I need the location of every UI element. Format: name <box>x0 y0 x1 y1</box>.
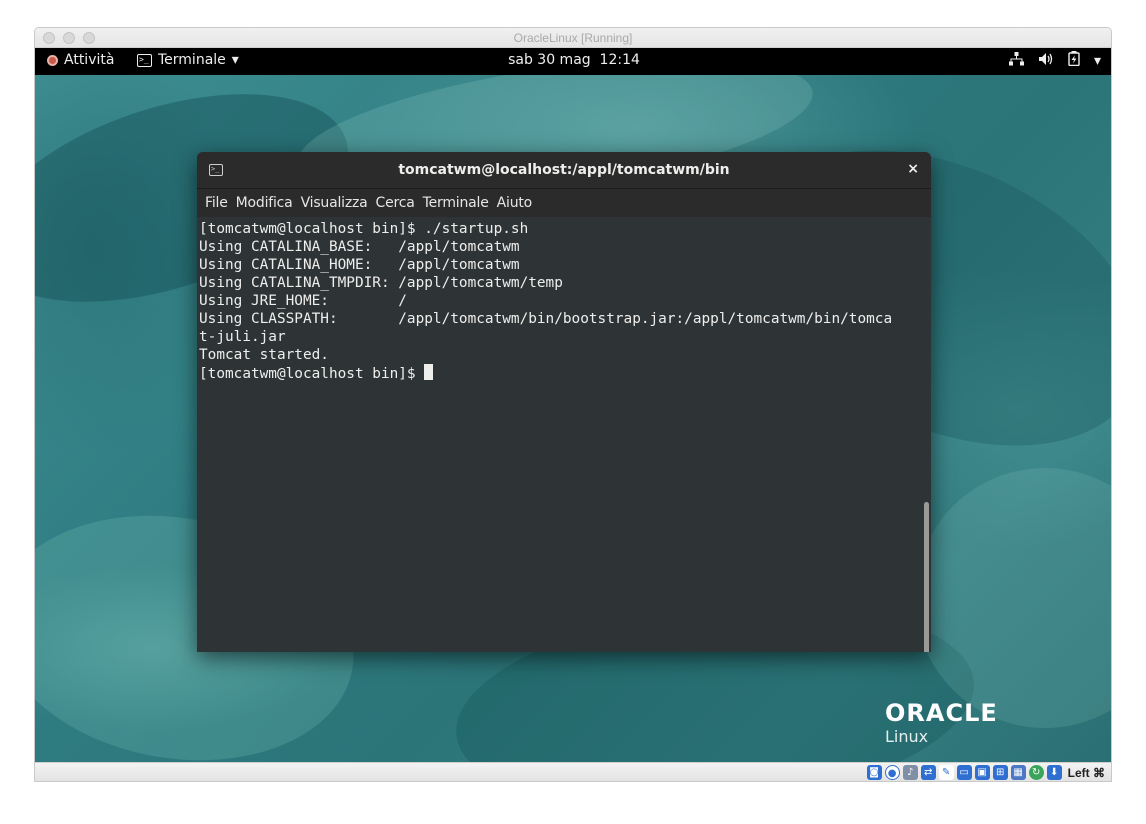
terminal-prompt-line[interactable]: [tomcatwm@localhost bin]$ <box>199 364 931 383</box>
menu-modifica[interactable]: Modifica <box>236 195 301 211</box>
virtualbox-statusbar: ◙ ● ♪ ⇄ ✎ ▭ ▣ ⊞ ▦ ↻ ⬇ Left ⌘ <box>35 762 1111 781</box>
terminal-line: t-juli.jar <box>199 329 286 345</box>
terminal-line: Using CLASSPATH: /appl/tomcatwm/bin/boot… <box>199 311 893 327</box>
close-button[interactable]: × <box>907 161 919 177</box>
terminal-line: Using JRE_HOME: / <box>199 293 407 309</box>
menu-cerca[interactable]: Cerca <box>376 195 423 211</box>
oracle-linux-logo: ORACLE Linux <box>885 700 998 748</box>
menu-visualizza[interactable]: Visualizza <box>301 195 376 211</box>
linux-product-text: Linux <box>885 727 929 746</box>
chevron-down-icon: ▾ <box>1093 52 1101 69</box>
recording-icon[interactable]: ⊞ <box>992 765 1008 780</box>
optical-drive-icon[interactable]: ● <box>884 765 900 780</box>
terminal-line: Using CATALINA_BASE: /appl/tomcatwm <box>199 239 520 255</box>
terminal-prompt: [tomcatwm@localhost bin]$ <box>199 366 425 382</box>
hard-disk-icon[interactable]: ◙ <box>866 765 882 780</box>
shared-folders-icon[interactable]: ▭ <box>956 765 972 780</box>
display-icon[interactable]: ▣ <box>974 765 990 780</box>
terminal-line: Tomcat started. <box>199 347 329 363</box>
status-icons: ◙ ● ♪ ⇄ ✎ ▭ ▣ ⊞ ▦ ↻ ⬇ Left ⌘ <box>866 765 1105 780</box>
terminal-window[interactable]: >_ tomcatwm@localhost:/appl/tomcatwm/bin… <box>197 152 931 652</box>
mouse-integration-icon[interactable]: ↻ <box>1028 765 1044 780</box>
cpu-icon[interactable]: ▦ <box>1010 765 1026 780</box>
network-wired-icon <box>1008 51 1024 70</box>
terminal-menubar: File Modifica Visualizza Cerca Terminale… <box>197 189 931 217</box>
system-tray[interactable]: ▾ <box>1008 51 1101 70</box>
volume-icon <box>1038 52 1054 70</box>
terminal-line: [tomcatwm@localhost bin]$ ./startup.sh <box>199 221 529 237</box>
text-cursor <box>424 364 434 380</box>
network-icon[interactable]: ⇄ <box>920 765 936 780</box>
terminal-header-bar[interactable]: >_ tomcatwm@localhost:/appl/tomcatwm/bin… <box>197 152 931 189</box>
clock-button[interactable]: sab 30 mag 12:14 <box>35 52 1111 68</box>
virtualbox-window-title: OracleLinux [Running] <box>513 31 633 45</box>
terminal-line: Using CATALINA_TMPDIR: /appl/tomcatwm/te… <box>199 275 563 291</box>
clock-label: sab 30 mag 12:14 <box>508 52 640 68</box>
menu-file[interactable]: File <box>205 195 236 211</box>
terminal-scrollbar[interactable] <box>924 502 929 652</box>
terminal-title: tomcatwm@localhost:/appl/tomcatwm/bin <box>398 162 730 178</box>
battery-icon <box>1068 51 1080 70</box>
terminal-output[interactable]: [tomcatwm@localhost bin]$ ./startup.sh U… <box>197 217 931 652</box>
menu-terminale[interactable]: Terminale <box>423 195 497 211</box>
virtualbox-window: OracleLinux [Running] Attività >_ Termin… <box>34 27 1112 782</box>
keyboard-icon[interactable]: ⬇ <box>1046 765 1062 780</box>
host-key-label: Left ⌘ <box>1067 765 1105 780</box>
gnome-top-bar: Attività >_ Terminale ▾ sab 30 mag 12:14 <box>35 48 1111 75</box>
audio-icon[interactable]: ♪ <box>902 765 918 780</box>
usb-icon[interactable]: ✎ <box>938 765 954 780</box>
oracle-brand-text: ORACLE <box>885 699 998 727</box>
guest-desktop[interactable]: Attività >_ Terminale ▾ sab 30 mag 12:14 <box>35 48 1111 762</box>
terminal-line: Using CATALINA_HOME: /appl/tomcatwm <box>199 257 520 273</box>
virtualbox-titlebar[interactable]: OracleLinux [Running] <box>35 28 1111 48</box>
menu-aiuto[interactable]: Aiuto <box>497 195 540 211</box>
